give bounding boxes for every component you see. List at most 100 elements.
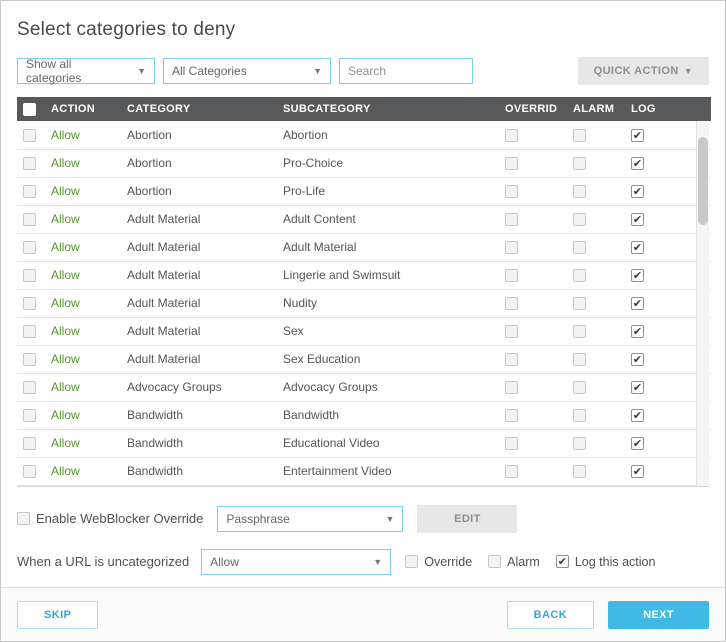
- uncategorized-override-checkbox[interactable]: [405, 555, 419, 568]
- header-subcategory: SUBCATEGORY: [277, 97, 499, 121]
- row-alarm-checkbox[interactable]: [573, 213, 586, 227]
- back-button[interactable]: BACK: [506, 600, 595, 629]
- row-log-checkbox[interactable]: ✔: [631, 381, 644, 395]
- row-action[interactable]: Allow: [45, 429, 121, 458]
- row-action[interactable]: Allow: [45, 121, 121, 150]
- row-log-checkbox[interactable]: ✔: [631, 269, 644, 283]
- row-override-checkbox[interactable]: [505, 297, 518, 311]
- row-action[interactable]: Allow: [45, 149, 121, 178]
- row-action[interactable]: Allow: [45, 289, 121, 318]
- row-action[interactable]: Allow: [45, 261, 121, 290]
- row-select-checkbox[interactable]: [23, 437, 36, 451]
- row-override-checkbox[interactable]: [505, 437, 518, 451]
- row-alarm-checkbox[interactable]: [573, 409, 586, 423]
- uncategorized-override-option[interactable]: Override: [405, 555, 472, 569]
- next-button[interactable]: NEXT: [608, 600, 709, 629]
- category-filter-select[interactable]: All Categories ▼: [163, 58, 331, 84]
- row-category: Adult Material: [121, 317, 277, 346]
- row-category: Abortion: [121, 177, 277, 206]
- table-row: Allow Bandwidth Educational Video ✔: [17, 429, 711, 458]
- row-log-checkbox[interactable]: ✔: [631, 325, 644, 339]
- row-log-checkbox[interactable]: ✔: [631, 157, 644, 171]
- row-action[interactable]: Allow: [45, 233, 121, 262]
- uncategorized-action-select[interactable]: Allow ▼: [201, 548, 392, 575]
- row-category: Bandwidth: [121, 457, 277, 486]
- row-override-checkbox[interactable]: [505, 325, 518, 339]
- row-alarm-checkbox[interactable]: [573, 269, 586, 283]
- quick-action-button[interactable]: QUICK ACTION ▼: [577, 57, 709, 85]
- row-action[interactable]: Allow: [45, 205, 121, 234]
- enable-webblocker-override[interactable]: Enable WebBlocker Override: [17, 511, 203, 526]
- uncategorized-alarm-checkbox[interactable]: [488, 555, 502, 568]
- row-override-checkbox[interactable]: [505, 381, 518, 395]
- row-log-checkbox[interactable]: ✔: [631, 353, 644, 367]
- row-alarm-checkbox[interactable]: [573, 241, 586, 255]
- row-log-checkbox[interactable]: ✔: [631, 128, 644, 142]
- row-log-checkbox[interactable]: ✔: [631, 297, 644, 311]
- row-action[interactable]: Allow: [45, 177, 121, 206]
- row-log-checkbox[interactable]: ✔: [631, 465, 644, 479]
- row-log-checkbox[interactable]: ✔: [631, 409, 644, 423]
- search-input[interactable]: [339, 58, 473, 84]
- row-action[interactable]: Allow: [45, 401, 121, 430]
- scrollbar-thumb[interactable]: [698, 137, 708, 225]
- uncategorized-alarm-option[interactable]: Alarm: [488, 555, 540, 569]
- override-method-value: Passphrase: [226, 511, 290, 526]
- row-alarm-checkbox[interactable]: [573, 465, 586, 479]
- override-method-select[interactable]: Passphrase ▼: [217, 505, 404, 532]
- row-action[interactable]: Allow: [45, 345, 121, 374]
- row-alarm-checkbox[interactable]: [573, 353, 586, 367]
- row-alarm-checkbox[interactable]: [573, 381, 586, 395]
- row-select-checkbox[interactable]: [23, 297, 36, 311]
- row-select-checkbox[interactable]: [23, 353, 36, 367]
- row-action[interactable]: Allow: [45, 373, 121, 402]
- row-override-checkbox[interactable]: [505, 409, 518, 423]
- row-select-checkbox[interactable]: [23, 409, 36, 423]
- header-category: CATEGORY: [121, 97, 277, 121]
- row-log-checkbox[interactable]: ✔: [631, 437, 644, 451]
- row-category: Adult Material: [121, 261, 277, 290]
- row-override-checkbox[interactable]: [505, 353, 518, 367]
- row-log-checkbox[interactable]: ✔: [631, 213, 644, 227]
- row-override-checkbox[interactable]: [505, 157, 518, 171]
- table-row: Allow Adult Material Adult Material ✔: [17, 233, 711, 262]
- edit-button[interactable]: EDIT: [417, 504, 518, 533]
- row-select-checkbox[interactable]: [23, 213, 36, 227]
- uncategorized-log-checkbox[interactable]: ✔: [555, 555, 569, 568]
- table-row: Allow Abortion Abortion ✔: [17, 121, 711, 150]
- uncategorized-log-option[interactable]: ✔ Log this action: [555, 555, 655, 569]
- row-alarm-checkbox[interactable]: [573, 185, 586, 199]
- row-log-checkbox[interactable]: ✔: [631, 241, 644, 255]
- row-override-checkbox[interactable]: [505, 465, 518, 479]
- row-subcategory: Adult Material: [277, 233, 499, 262]
- row-alarm-checkbox[interactable]: [573, 297, 586, 311]
- row-select-checkbox[interactable]: [23, 465, 36, 479]
- row-alarm-checkbox[interactable]: [573, 128, 586, 142]
- row-select-checkbox[interactable]: [23, 157, 36, 171]
- row-override-checkbox[interactable]: [505, 185, 518, 199]
- row-log-checkbox[interactable]: ✔: [631, 185, 644, 199]
- row-select-checkbox[interactable]: [23, 241, 36, 255]
- row-override-checkbox[interactable]: [505, 128, 518, 142]
- row-override-checkbox[interactable]: [505, 241, 518, 255]
- row-subcategory: Sex: [277, 317, 499, 346]
- row-alarm-checkbox[interactable]: [573, 437, 586, 451]
- table-row: Allow Adult Material Sex Education ✔: [17, 345, 711, 374]
- select-all-checkbox[interactable]: [23, 102, 36, 116]
- row-select-checkbox[interactable]: [23, 381, 36, 395]
- row-category: Advocacy Groups: [121, 373, 277, 402]
- enable-webblocker-checkbox[interactable]: [17, 512, 30, 525]
- skip-button[interactable]: SKIP: [17, 600, 99, 629]
- row-select-checkbox[interactable]: [23, 128, 36, 142]
- vertical-scrollbar[interactable]: [696, 121, 709, 486]
- row-action[interactable]: Allow: [45, 317, 121, 346]
- row-select-checkbox[interactable]: [23, 325, 36, 339]
- view-filter-select[interactable]: Show all categories ▼: [17, 57, 155, 85]
- row-alarm-checkbox[interactable]: [573, 157, 586, 171]
- row-override-checkbox[interactable]: [505, 269, 518, 283]
- row-override-checkbox[interactable]: [505, 213, 518, 227]
- row-select-checkbox[interactable]: [23, 269, 36, 283]
- row-action[interactable]: Allow: [45, 457, 121, 486]
- row-alarm-checkbox[interactable]: [573, 325, 586, 339]
- row-select-checkbox[interactable]: [23, 185, 36, 199]
